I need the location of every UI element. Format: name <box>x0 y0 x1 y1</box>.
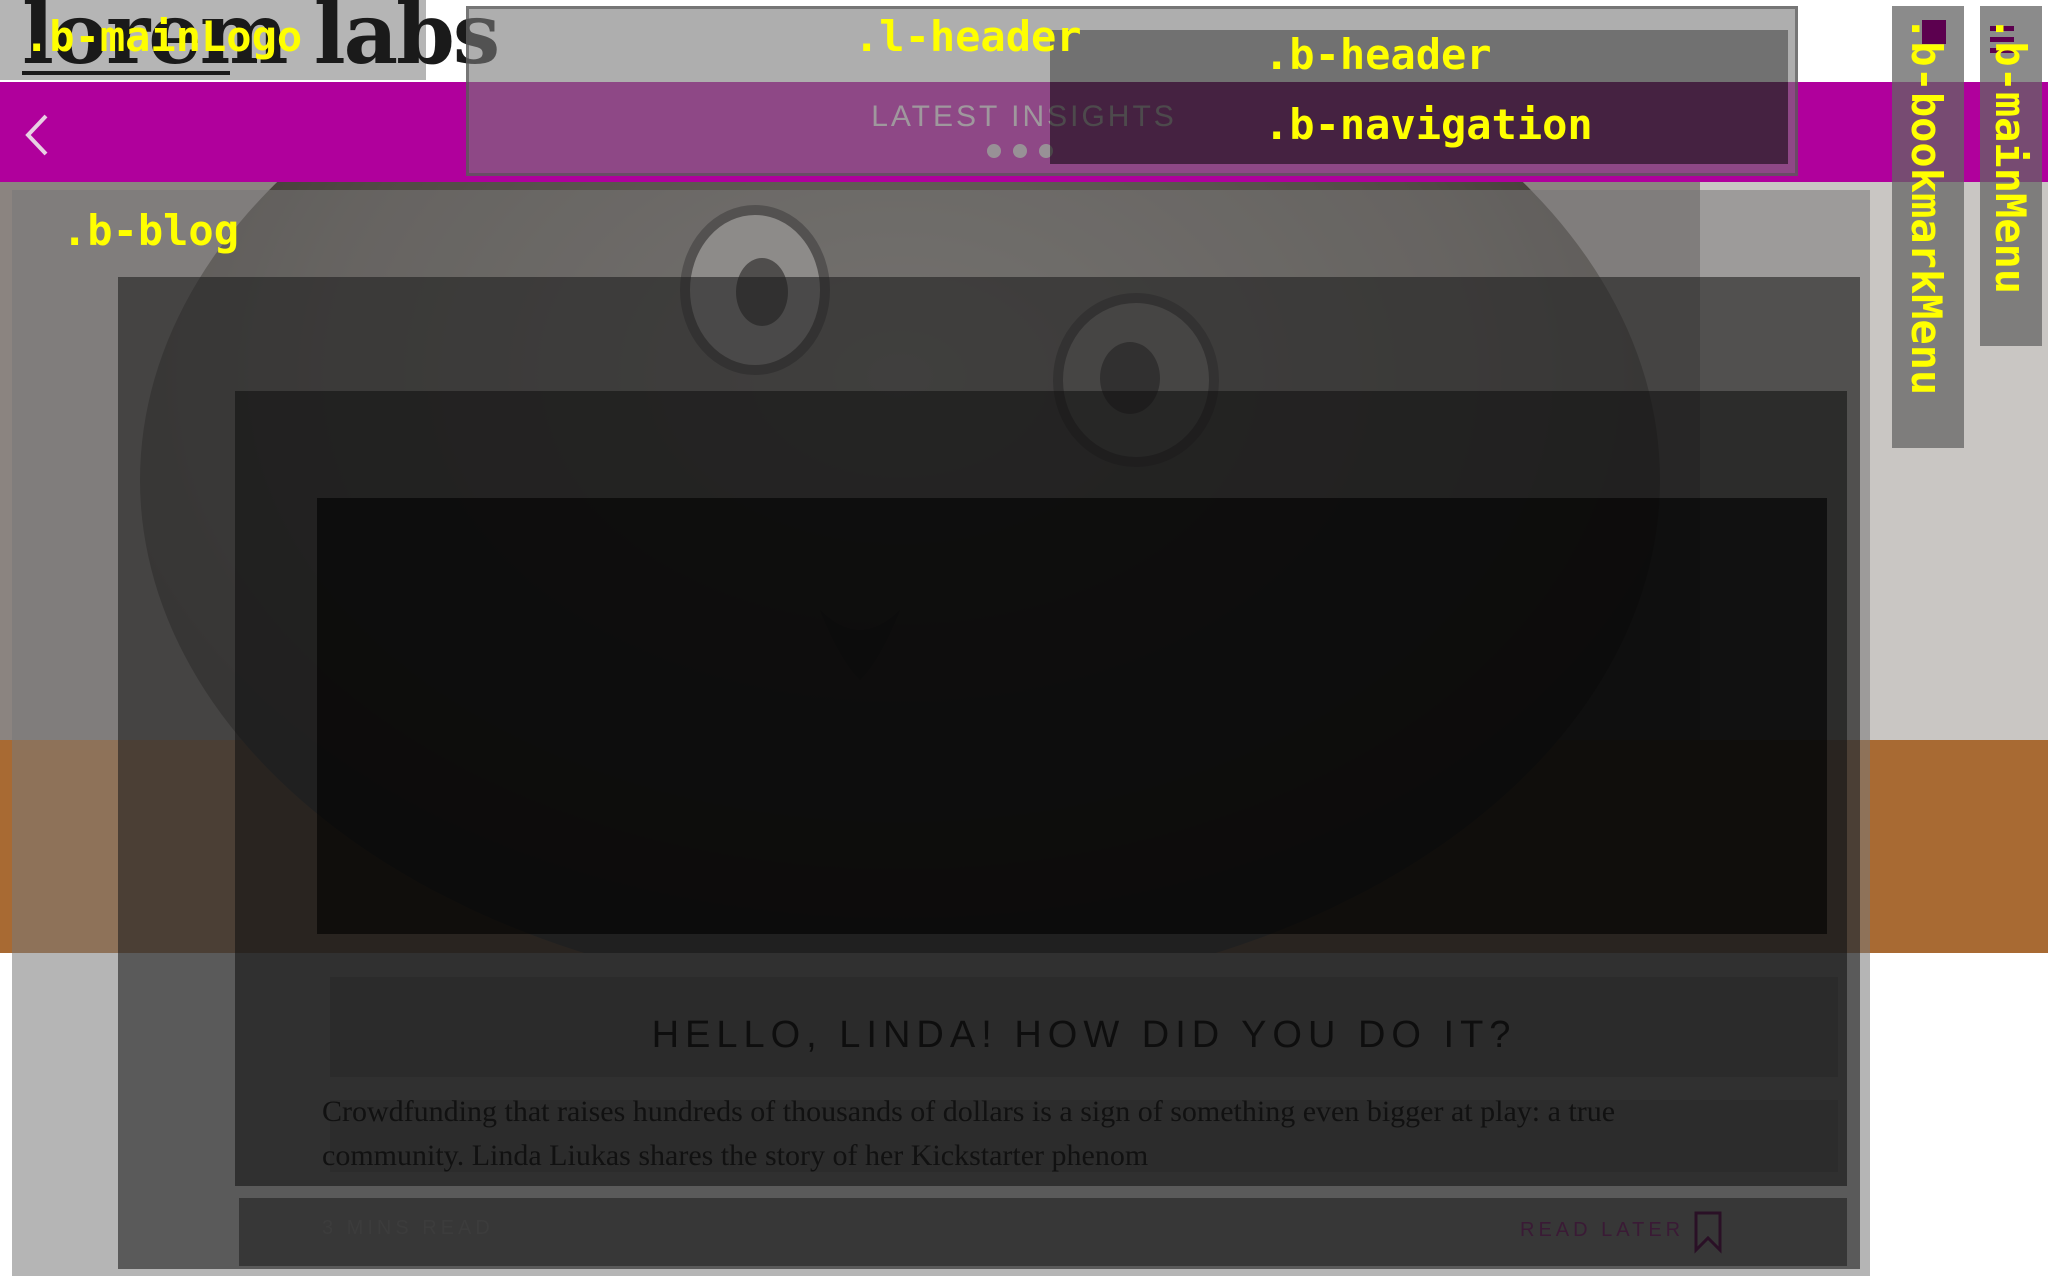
post-excerpt-line: Crowdfunding that raises hundreds of tho… <box>322 1095 1616 1128</box>
overlay-label-main-logo: .b-mainLogo <box>24 12 303 61</box>
overlay-label-b-blog: .b-blog <box>62 206 240 255</box>
overlay-label-b-main-menu: .b-mainMenu <box>1986 16 2035 295</box>
overlay-label-l-header: .l-header <box>854 12 1082 61</box>
post-excerpt: Crowdfunding that raises hundreds of tho… <box>322 1090 1862 1178</box>
read-time: 3 MINS READ <box>322 1217 494 1239</box>
post-excerpt-line: community. Linda Liukas shares the story… <box>322 1139 1149 1172</box>
overlay-label-b-navigation: .b-navigation <box>1264 100 1593 149</box>
bookmark-icon[interactable] <box>1693 1210 1723 1254</box>
logo-underline <box>22 71 230 75</box>
read-later-button[interactable]: READ LATER <box>1520 1219 1684 1242</box>
overlay-label-b-header: .b-header <box>1264 30 1492 79</box>
post-title[interactable]: HELLO, LINDA! HOW DID YOU DO IT? <box>330 1014 1838 1057</box>
overlay-label-b-bookmark-menu: .b-bookmarkMenu <box>1902 16 1951 396</box>
blog-image-overlay <box>317 498 1827 934</box>
